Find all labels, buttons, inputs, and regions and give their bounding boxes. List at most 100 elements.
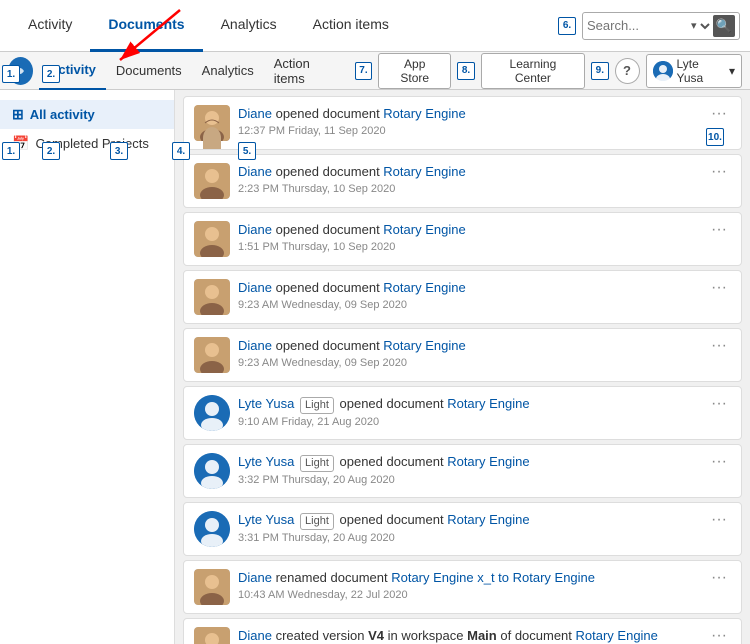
activity-item: Lyte Yusa Light opened document Rotary E… xyxy=(183,444,742,498)
top-nav-right: 6. ▾ 🔍 xyxy=(558,12,740,40)
light-badge: Light xyxy=(300,455,334,472)
activity-item-menu[interactable]: ··· xyxy=(707,569,731,587)
diane-avatar xyxy=(194,221,230,257)
annotation-7: 7. xyxy=(355,62,372,80)
activity-item-menu[interactable]: ··· xyxy=(707,453,731,471)
sidebar: ⊞ All activity 📅 Completed Projects ◀ xyxy=(0,90,175,644)
annotation-5: 5. xyxy=(238,142,256,160)
user-link-diane[interactable]: Diane xyxy=(238,222,272,237)
diane-avatar xyxy=(194,105,230,141)
sidebar-item-completed-projects[interactable]: 📅 Completed Projects xyxy=(0,129,174,158)
activity-content: Diane created version V4 in workspace Ma… xyxy=(238,627,699,644)
activity-item: Lyte Yusa Light opened document Rotary E… xyxy=(183,502,742,556)
diane-avatar xyxy=(194,627,230,644)
learning-center-button[interactable]: Learning Center xyxy=(481,53,586,89)
workspace-label: Main xyxy=(467,628,497,643)
activity-item-menu[interactable]: ··· xyxy=(707,627,731,644)
activity-item: Lyte Yusa Light opened document Rotary E… xyxy=(183,386,742,440)
annotation-2: 2. xyxy=(42,65,60,83)
lyte-avatar xyxy=(194,511,230,547)
annotation-3: 3. xyxy=(110,142,128,160)
doc-link[interactable]: Rotary Engine xyxy=(383,280,465,295)
top-nav-tab-documents[interactable]: Documents xyxy=(90,0,202,52)
annotation-1: 1. xyxy=(2,65,20,83)
user-link-diane[interactable]: Diane xyxy=(238,628,272,643)
activity-item: Diane created version V4 in workspace Ma… xyxy=(183,618,742,644)
user-link-lyte[interactable]: Lyte Yusa xyxy=(238,454,294,469)
activity-item: Diane opened document Rotary Engine 9:23… xyxy=(183,328,742,382)
user-link-diane[interactable]: Diane xyxy=(238,280,272,295)
sidebar-item-all-activity[interactable]: ⊞ All activity xyxy=(0,100,174,129)
doc-link[interactable]: Rotary Engine xyxy=(383,222,465,237)
activity-content: Diane opened document Rotary Engine 1:51… xyxy=(238,221,699,253)
activity-content: Diane opened document Rotary Engine 9:23… xyxy=(238,279,699,311)
doc-link[interactable]: Rotary Engine xyxy=(383,164,465,179)
activity-item: Diane renamed document Rotary Engine x_t… xyxy=(183,560,742,614)
user-link-lyte[interactable]: Lyte Yusa xyxy=(238,396,294,411)
activity-item-menu[interactable]: ··· xyxy=(707,221,731,239)
activity-item-menu[interactable]: ··· xyxy=(707,279,731,297)
second-nav-tab-action-items[interactable]: Action items xyxy=(264,52,347,90)
lyte-avatar xyxy=(194,395,230,431)
diane-avatar xyxy=(194,569,230,605)
diane-avatar xyxy=(194,279,230,315)
activity-item-menu[interactable]: ··· xyxy=(707,105,731,123)
annotation-1b: 1. xyxy=(2,142,20,160)
activity-content: Diane renamed document Rotary Engine x_t… xyxy=(238,569,699,601)
top-nav-bar: 1. 2. Activity Documents Analytics Actio… xyxy=(0,0,750,52)
second-nav-bar: 1. 2. Activity Documents Analytics Actio… xyxy=(0,52,750,90)
lyte-avatar xyxy=(194,453,230,489)
activity-content: Diane opened document Rotary Engine 12:3… xyxy=(238,105,699,137)
diane-avatar xyxy=(194,337,230,373)
second-nav-tab-documents[interactable]: Documents xyxy=(106,52,192,90)
activity-item: Diane opened document Rotary Engine 1:51… xyxy=(183,212,742,266)
top-nav-tab-activity[interactable]: Activity xyxy=(10,0,90,52)
app-store-button[interactable]: App Store xyxy=(378,53,451,89)
user-link-diane[interactable]: Diane xyxy=(238,106,272,121)
doc-link[interactable]: Rotary Engine xyxy=(447,396,529,411)
user-link-lyte[interactable]: Lyte Yusa xyxy=(238,512,294,527)
user-menu-button[interactable]: Lyte Yusa ▾ xyxy=(646,54,743,88)
activity-content: Diane opened document Rotary Engine 2:23… xyxy=(238,163,699,195)
light-badge: Light xyxy=(300,513,334,530)
doc-link[interactable]: Rotary Engine xyxy=(447,512,529,527)
top-nav-tab-analytics[interactable]: Analytics xyxy=(203,0,295,52)
search-dropdown[interactable]: ▾ xyxy=(687,19,713,33)
activity-content: Diane opened document Rotary Engine 9:23… xyxy=(238,337,699,369)
search-input[interactable] xyxy=(587,18,687,33)
top-nav-tabs: Activity Documents Analytics Action item… xyxy=(10,0,558,52)
activity-content: Lyte Yusa Light opened document Rotary E… xyxy=(238,511,699,544)
annotation-10: 10. xyxy=(706,128,724,146)
second-nav-right: 7. App Store 8. Learning Center 9. ? Lyt… xyxy=(355,53,750,89)
top-nav-tab-action-items[interactable]: Action items xyxy=(295,0,407,52)
second-nav-tab-analytics[interactable]: Analytics xyxy=(192,52,264,90)
user-link-diane[interactable]: Diane xyxy=(238,164,272,179)
user-avatar xyxy=(653,61,673,81)
search-box[interactable]: ▾ 🔍 xyxy=(582,12,740,40)
user-link-diane[interactable]: Diane xyxy=(238,570,272,585)
annotation-9: 9. xyxy=(591,62,608,80)
doc-link[interactable]: Rotary Engine xyxy=(383,106,465,121)
activity-item: Diane opened document Rotary Engine 2:23… xyxy=(183,154,742,208)
doc-link[interactable]: Rotary Engine xyxy=(447,454,529,469)
activity-item-menu[interactable]: ··· xyxy=(707,163,731,181)
annotation-8: 8. xyxy=(457,62,474,80)
annotation-6: 6. xyxy=(558,17,576,35)
activity-item: Diane opened document Rotary Engine 9:23… xyxy=(183,270,742,324)
activity-item-menu[interactable]: ··· xyxy=(707,395,731,413)
doc-link[interactable]: Rotary Engine xyxy=(576,628,658,643)
doc-link[interactable]: Rotary Engine x_t to Rotary Engine xyxy=(391,570,595,585)
user-link-diane[interactable]: Diane xyxy=(238,338,272,353)
annotation-4: 4. xyxy=(172,142,190,160)
light-badge: Light xyxy=(300,397,334,414)
activity-item: Diane opened document Rotary Engine 12:3… xyxy=(183,96,742,150)
activity-feed[interactable]: Diane opened document Rotary Engine 12:3… xyxy=(175,90,750,644)
help-button[interactable]: ? xyxy=(615,58,640,84)
activity-content: Lyte Yusa Light opened document Rotary E… xyxy=(238,395,699,428)
version-label: V4 xyxy=(368,628,384,643)
activity-item-menu[interactable]: ··· xyxy=(707,511,731,529)
activity-item-menu[interactable]: ··· xyxy=(707,337,731,355)
doc-link[interactable]: Rotary Engine xyxy=(383,338,465,353)
search-button[interactable]: 🔍 xyxy=(713,15,735,37)
annotation-2b: 2. xyxy=(42,142,60,160)
